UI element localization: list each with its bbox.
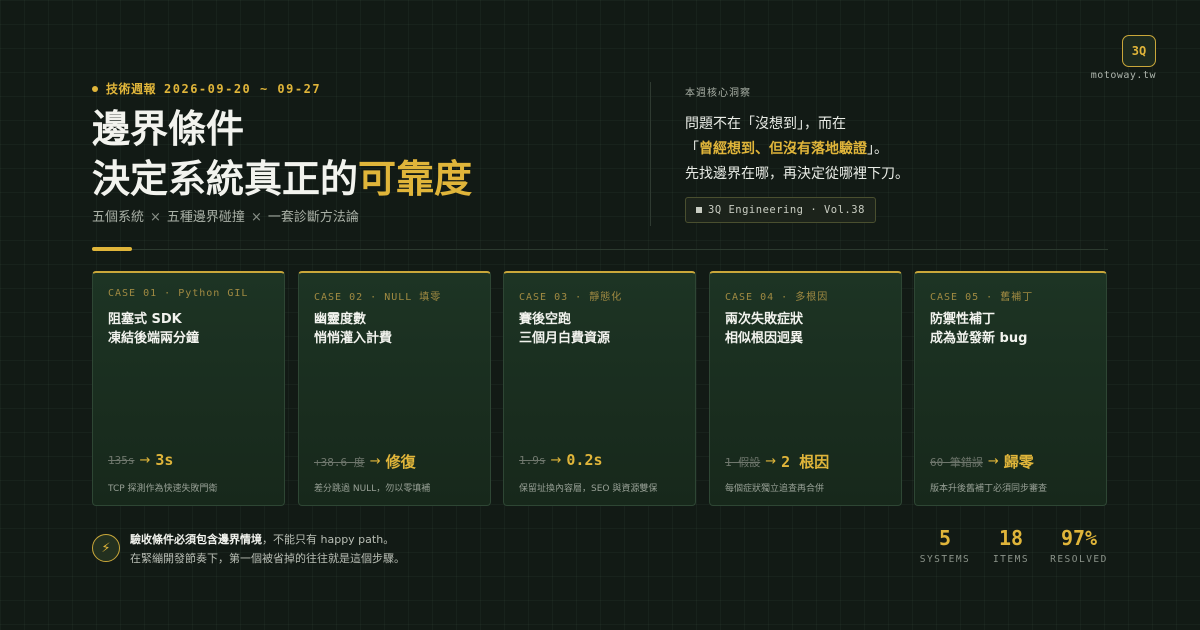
case-title: 防禦性補丁 成為並發新 bug xyxy=(930,312,1028,346)
metric-after: 2 根因 xyxy=(781,453,830,471)
insight-line-2-open: 「 xyxy=(685,141,699,157)
metric-after: 0.2s xyxy=(566,451,603,469)
case-note: 版本升後舊補丁必須同步審查 xyxy=(930,484,1048,494)
stat-resolved: 97% RESOLVED xyxy=(1048,526,1110,565)
stat-value: 97% xyxy=(1060,526,1098,550)
insight-highlight: 曾經想到、但沒有落地驗證 xyxy=(699,141,867,157)
footer-note-rest: ，不能只有 happy path。 xyxy=(262,533,395,546)
case-label: CASE 05 · 舊補丁 xyxy=(930,292,1034,303)
insight-line-1: 問題不在「沒想到」，而在 xyxy=(685,116,846,132)
footer-note: 驗收條件必須包含邊界情境，不能只有 happy path。 在緊繃開發節奏下，第… xyxy=(130,530,405,568)
case-label: CASE 04 · 多根因 xyxy=(725,292,829,303)
subtitle-separator: × xyxy=(150,210,161,225)
subtitle-part: 五種邊界碰撞 xyxy=(166,210,245,225)
volume-tag: 3Q Engineering · Vol.38 xyxy=(685,197,876,223)
case-metric: 1.9s → 0.2s xyxy=(519,451,603,469)
page-subtitle: 五個系統 × 五種邊界碰撞 × 一套診斷方法論 xyxy=(92,206,359,225)
subtitle-separator: × xyxy=(250,210,262,225)
brand-logo-badge: 3Q xyxy=(1122,35,1156,67)
metric-before: +38.6 度 xyxy=(314,455,365,469)
issue-kicker: 技術週報 2026-09-20 ~ 09-27 xyxy=(92,80,321,97)
metric-after: 歸零 xyxy=(1003,453,1034,471)
case-title: 阻塞式 SDK 凍結後端兩分鐘 xyxy=(108,312,200,346)
case-metric: 60 筆錯誤 → 歸零 xyxy=(930,451,1034,472)
case-card-2: CASE 02 · NULL 填零 幽靈度數 悄悄灌入計費 +38.6 度 → … xyxy=(298,271,491,506)
case-title: 兩次失敗症狀 相似根因迥異 xyxy=(725,312,804,346)
page-title: 邊界條件 決定系統真正的可靠度 xyxy=(92,104,472,204)
arrow-right-icon: → xyxy=(369,454,381,469)
metric-before: 1.9s xyxy=(519,453,546,467)
stat-items: 18 ITEMS xyxy=(988,526,1034,565)
case-label: CASE 02 · NULL 填零 xyxy=(314,292,442,303)
stat-label: SYSTEMS xyxy=(919,554,971,565)
bolt-icon: ⚡ xyxy=(92,534,120,562)
brand-domain: motoway.tw xyxy=(1090,70,1156,81)
metric-after: 修復 xyxy=(385,453,416,471)
stat-label: ITEMS xyxy=(992,554,1030,565)
stat-label: RESOLVED xyxy=(1050,554,1108,565)
footer-note-bold: 驗收條件必須包含邊界情境 xyxy=(130,533,262,546)
metric-before: 60 筆錯誤 xyxy=(930,455,983,469)
kicker-label: 技術週報 xyxy=(106,82,157,96)
kicker-dot-icon xyxy=(92,85,98,92)
stat-value: 5 xyxy=(938,526,952,550)
title-highlight: 可靠度 xyxy=(358,157,473,201)
arrow-right-icon: → xyxy=(139,452,151,468)
arrow-right-icon: → xyxy=(550,452,562,468)
case-metric: 135s → 3s xyxy=(108,451,173,469)
case-title: 賽後空跑 三個月白費資源 xyxy=(519,312,611,346)
case-card-5: CASE 05 · 舊補丁 防禦性補丁 成為並發新 bug 60 筆錯誤 → 歸… xyxy=(914,271,1107,506)
case-note: TCP 探測作為快速失敗門衛 xyxy=(108,484,218,494)
case-card-4: CASE 04 · 多根因 兩次失敗症狀 相似根因迥異 1 假設 → 2 根因 … xyxy=(709,271,902,506)
subtitle-part: 一套診斷方法論 xyxy=(267,210,359,225)
title-line-1: 邊界條件 xyxy=(92,107,245,151)
stat-value: 18 xyxy=(998,526,1024,550)
subtitle-part: 五個系統 xyxy=(92,210,145,225)
case-title: 幽靈度數 悄悄灌入計費 xyxy=(314,312,393,346)
section-divider xyxy=(92,249,1108,250)
insight-label: 本週核心洞察 xyxy=(685,88,751,99)
footer-note-line-2: 在緊繃開發節奏下，第一個被省掉的往往就是這個步驟。 xyxy=(130,552,405,565)
metric-before: 135s xyxy=(108,453,135,467)
case-card-1: CASE 01 · Python GIL 阻塞式 SDK 凍結後端兩分鐘 135… xyxy=(92,271,285,506)
section-divider-accent xyxy=(92,247,132,251)
case-label: CASE 03 · 靜態化 xyxy=(519,292,623,303)
title-line-2: 決定系統真正的 xyxy=(92,157,359,201)
insight-line-2-close: 」。 xyxy=(867,141,888,157)
case-note: 每個症狀獨立追查再合併 xyxy=(725,484,825,494)
header-divider xyxy=(650,82,651,226)
metric-after: 3s xyxy=(155,451,174,469)
kicker-date-range: 2026-09-20 ~ 09-27 xyxy=(164,81,322,96)
case-metric: +38.6 度 → 修復 xyxy=(314,451,416,472)
stat-systems: 5 SYSTEMS xyxy=(918,526,972,565)
arrow-right-icon: → xyxy=(987,454,999,469)
case-note: 保留址換內容層，SEO 與資源雙保 xyxy=(519,484,658,494)
case-label: CASE 01 · Python GIL xyxy=(108,288,249,299)
arrow-right-icon: → xyxy=(765,454,777,469)
case-metric: 1 假設 → 2 根因 xyxy=(725,451,829,472)
volume-tag-text: 3Q Engineering · Vol.38 xyxy=(708,204,865,216)
insight-text: 問題不在「沒想到」，而在 「曾經想到、但沒有落地驗證」。 先找邊界在哪，再決定從… xyxy=(685,112,909,187)
metric-before: 1 假設 xyxy=(725,455,761,469)
insight-line-3: 先找邊界在哪，再決定從哪裡下刀。 xyxy=(685,166,909,182)
case-card-3: CASE 03 · 靜態化 賽後空跑 三個月白費資源 1.9s → 0.2s 保… xyxy=(503,271,696,506)
square-icon xyxy=(696,207,702,213)
case-note: 差分跳過 NULL，勿以零填補 xyxy=(314,484,431,494)
